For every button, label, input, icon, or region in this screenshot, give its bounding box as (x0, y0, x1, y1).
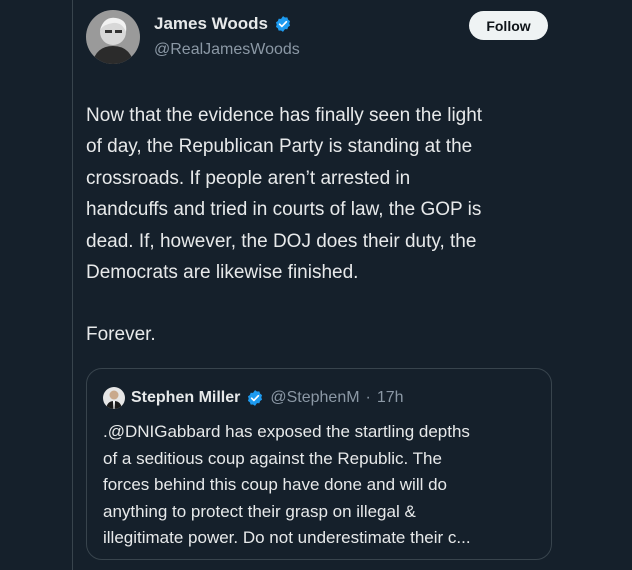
quoted-tweet-header: Stephen Miller @StephenM · 17h (103, 387, 404, 409)
tweet-body: Now that the evidence has finally seen t… (86, 100, 556, 351)
follow-button[interactable]: Follow (469, 11, 548, 40)
quoted-tweet-text: .@DNIGabbard has exposed the startling d… (103, 422, 471, 547)
quoted-timestamp[interactable]: 17h (377, 389, 404, 407)
quoted-tweet-card[interactable]: Stephen Miller @StephenM · 17h .@DNIGabb… (86, 368, 552, 560)
quoted-author-handle[interactable]: @StephenM (270, 389, 359, 407)
quoted-author-name[interactable]: Stephen Miller (131, 389, 240, 407)
author-avatar[interactable] (86, 10, 140, 64)
verified-badge-icon (275, 16, 291, 32)
tweet-text-main: Now that the evidence has finally seen t… (86, 105, 483, 284)
quoted-author-avatar[interactable] (103, 387, 125, 409)
meta-separator: · (365, 389, 371, 406)
author-name-row: James Woods (154, 14, 292, 34)
author-handle[interactable]: @RealJamesWoods (154, 41, 300, 59)
column-border (72, 0, 73, 570)
author-name[interactable]: James Woods (154, 14, 268, 34)
verified-badge-icon (248, 390, 263, 406)
tweet-text-closing: Forever. (86, 324, 156, 346)
